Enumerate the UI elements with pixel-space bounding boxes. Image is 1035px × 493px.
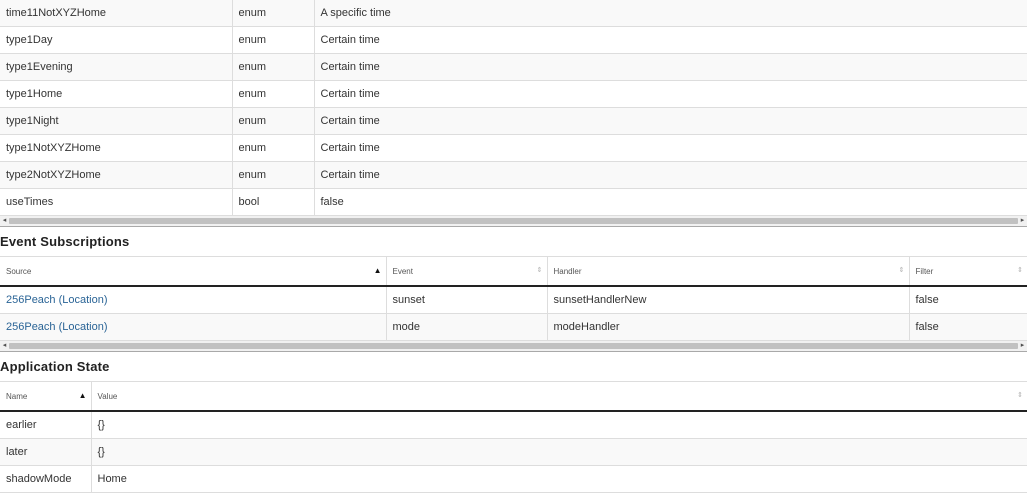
- state-value-cell: Home: [90, 465, 1027, 493]
- filter-cell: false: [908, 286, 1027, 314]
- app-details-page: time11NotXYZHome enum A specific time type1…: [0, 0, 1035, 493]
- setting-type: enum: [231, 80, 314, 108]
- source-cell: 256Peach (Location): [0, 286, 386, 314]
- table-row: 256Peach (Location) sunset sunsetHandlerNe…: [0, 286, 1027, 314]
- column-header-label: Event: [392, 266, 413, 276]
- event-subscriptions-title: Event Subscriptions: [0, 234, 130, 249]
- source-link[interactable]: 256Peach (Location): [6, 321, 108, 333]
- state-value-cell: {}: [90, 411, 1027, 439]
- settings-row: type1Home enum Certain time: [0, 80, 1027, 108]
- setting-name: type1Home: [0, 80, 232, 108]
- column-header-event[interactable]: Event ⇕: [385, 256, 547, 287]
- table-row: earlier{}: [0, 411, 1027, 439]
- event-cell: sunset: [385, 286, 547, 314]
- scrollbar-thumb[interactable]: [9, 218, 1018, 224]
- handler-cell: modeHandler: [546, 313, 909, 341]
- setting-value: Certain time: [313, 53, 1027, 81]
- setting-type: enum: [231, 0, 314, 27]
- state-name-cell: later: [0, 438, 91, 466]
- state-name-cell: shadowMode: [0, 465, 91, 493]
- setting-type: enum: [231, 161, 314, 189]
- column-header-filter[interactable]: Filter ⇕: [908, 256, 1027, 287]
- setting-type: enum: [231, 107, 314, 135]
- setting-type: enum: [231, 26, 314, 54]
- filter-cell: false: [908, 313, 1027, 341]
- column-header-label: Filter: [915, 266, 934, 276]
- column-header-name[interactable]: Name ▲: [0, 381, 91, 412]
- sort-both-icon: ⇕: [1017, 267, 1023, 274]
- table-row: later{}: [0, 438, 1027, 466]
- setting-value: Certain time: [313, 161, 1027, 189]
- event-subscriptions-table: Source ▲ Event ⇕ Handler ⇕ Filter ⇕ 256P…: [0, 256, 1027, 341]
- setting-name: useTimes: [0, 188, 232, 216]
- settings-horizontal-scrollbar[interactable]: ◂ ▸: [0, 216, 1027, 227]
- application-state-title: Application State: [0, 359, 110, 374]
- sort-both-icon: ⇕: [1017, 392, 1023, 399]
- setting-type: enum: [231, 53, 314, 81]
- source-cell: 256Peach (Location): [0, 313, 386, 341]
- setting-name: type2NotXYZHome: [0, 161, 232, 189]
- settings-row: type2NotXYZHome enum Certain time: [0, 161, 1027, 189]
- settings-row: type1NotXYZHome enum Certain time: [0, 134, 1027, 162]
- setting-value: A specific time: [313, 0, 1027, 27]
- setting-name: type1Evening: [0, 53, 232, 81]
- sort-both-icon: ⇕: [898, 267, 905, 274]
- sort-ascending-icon: ▲: [373, 266, 382, 275]
- table-row: shadowMode Home: [0, 465, 1027, 493]
- application-state-table: Name ▲ Value ⇕ earlier{} later{} shadowMod…: [0, 381, 1027, 493]
- source-link[interactable]: 256Peach (Location): [6, 294, 108, 306]
- handler-cell: sunsetHandlerNew: [546, 286, 909, 314]
- column-header-source[interactable]: Source ▲: [0, 256, 386, 287]
- setting-name: type1Night: [0, 107, 232, 135]
- column-header-handler[interactable]: Handler ⇕: [546, 256, 909, 287]
- column-header-label: Name: [6, 391, 28, 401]
- setting-type: enum: [231, 134, 314, 162]
- settings-row: type1Day enum Certain time: [0, 26, 1027, 54]
- scrollbar-thumb[interactable]: [9, 343, 1018, 349]
- settings-row: useTimes bool false: [0, 188, 1027, 216]
- state-value-cell: {}: [90, 438, 1027, 466]
- events-horizontal-scrollbar[interactable]: ◂ ▸: [0, 341, 1027, 352]
- setting-name: time11NotXYZHome: [0, 0, 232, 27]
- settings-row: type1Evening enum Certain time: [0, 53, 1027, 81]
- column-header-label: Value: [97, 391, 118, 401]
- setting-name: type1Day: [0, 26, 232, 54]
- settings-row: time11NotXYZHome enum A specific time: [0, 0, 1027, 27]
- scroll-right-arrow-icon[interactable]: ▸: [1018, 341, 1027, 351]
- state-name-cell: earlier: [0, 411, 91, 439]
- column-header-value[interactable]: Value ⇕: [90, 381, 1027, 412]
- column-header-label: Handler: [553, 266, 582, 276]
- column-header-label: Source: [6, 266, 32, 276]
- setting-type: bool: [231, 188, 314, 216]
- scroll-left-arrow-icon[interactable]: ◂: [0, 341, 9, 351]
- setting-value: Certain time: [313, 26, 1027, 54]
- settings-table: time11NotXYZHome enum A specific time type1…: [0, 0, 1027, 216]
- setting-value: Certain time: [313, 80, 1027, 108]
- scroll-right-arrow-icon[interactable]: ▸: [1018, 216, 1027, 226]
- scroll-left-arrow-icon[interactable]: ◂: [0, 216, 9, 226]
- setting-name: type1NotXYZHome: [0, 134, 232, 162]
- sort-both-icon: ⇕: [536, 267, 543, 274]
- table-row: 256Peach (Location) mode modeHandler false: [0, 313, 1027, 341]
- setting-value: Certain time: [313, 107, 1027, 135]
- settings-row: type1Night enum Certain time: [0, 107, 1027, 135]
- event-cell: mode: [385, 313, 547, 341]
- setting-value: false: [313, 188, 1027, 216]
- sort-ascending-icon: ▲: [78, 391, 87, 400]
- setting-value: Certain time: [313, 134, 1027, 162]
